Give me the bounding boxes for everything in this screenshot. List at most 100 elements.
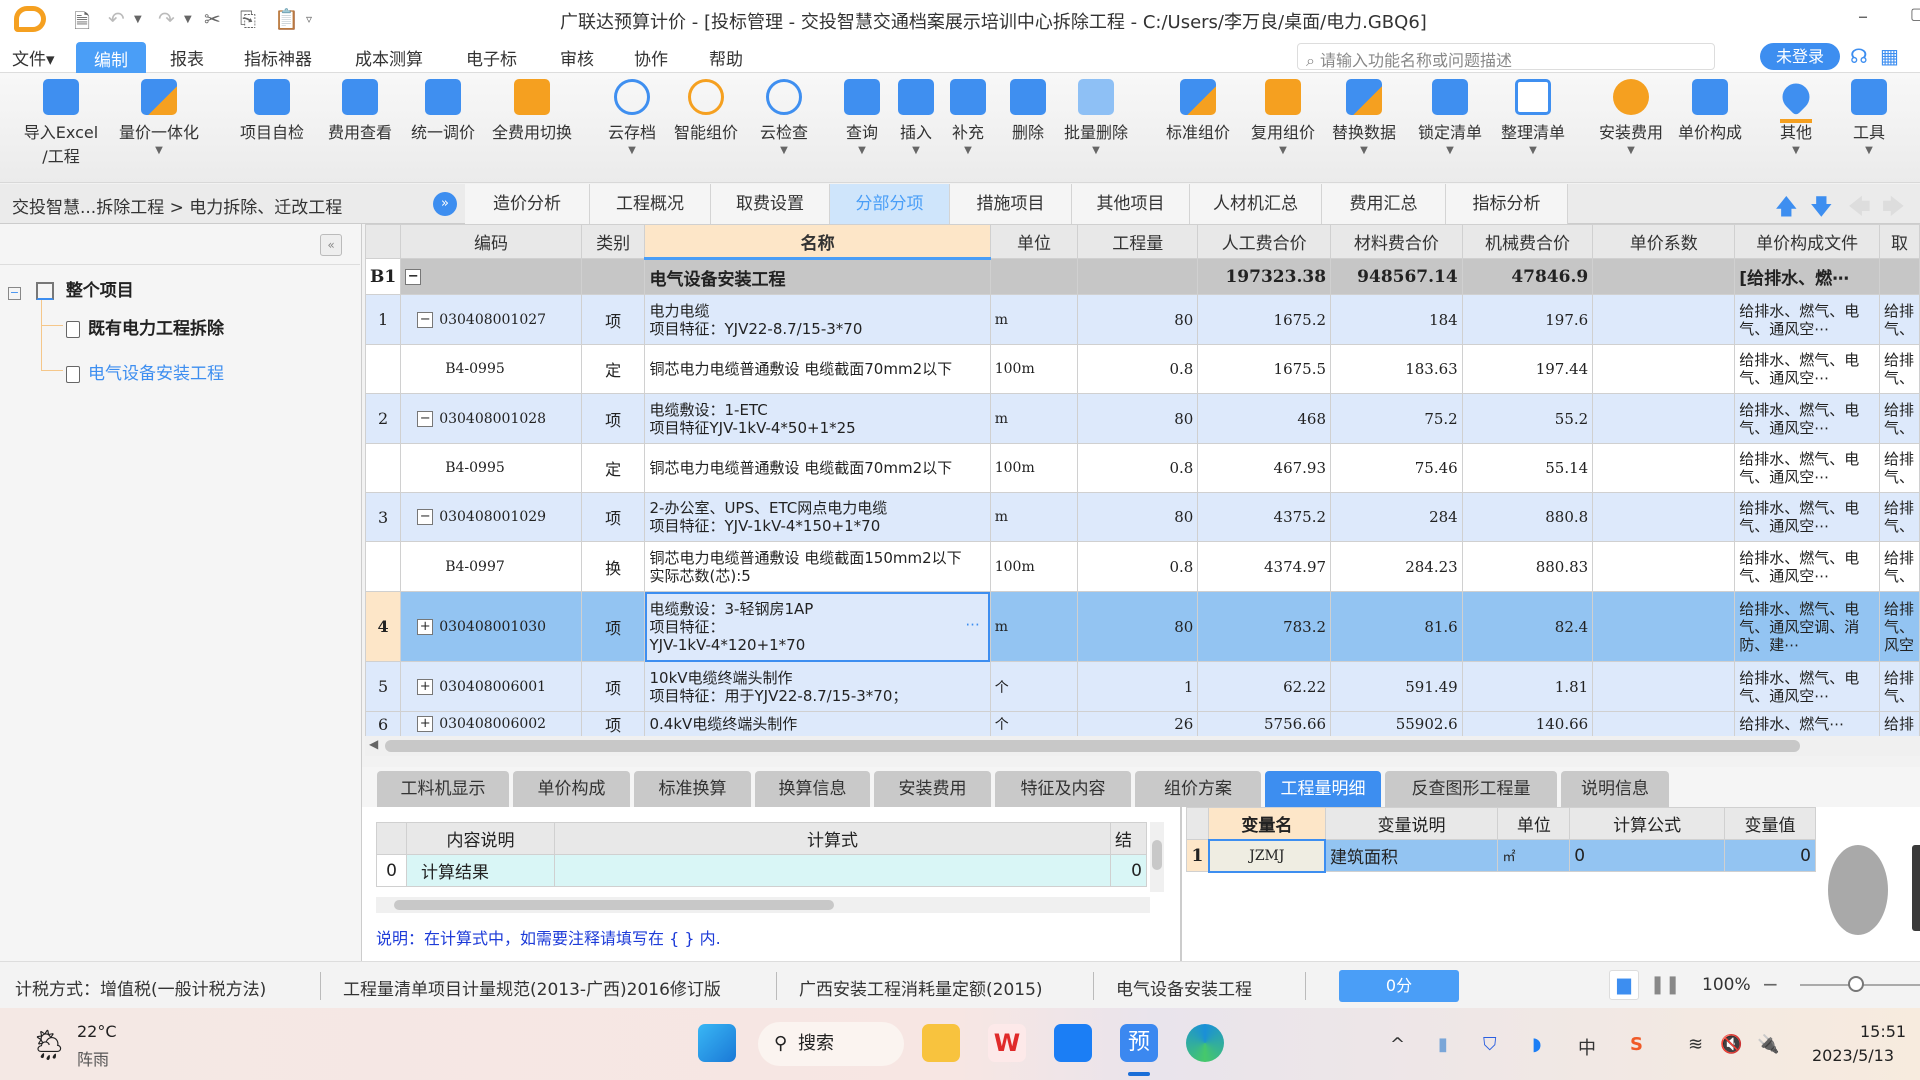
restore-button[interactable]: ▢ [1910, 4, 1920, 23]
tool-query[interactable]: 查询 ▼ [842, 79, 882, 156]
tool-smart-pricing[interactable]: 智能组价 [666, 79, 746, 143]
col-header-name[interactable]: 名称 [644, 224, 991, 260]
wps-icon[interactable]: W [988, 1024, 1026, 1062]
redo-dropdown-icon[interactable]: ▼ [184, 14, 192, 25]
layout-split-icon[interactable]: ❚❚ [1650, 974, 1680, 995]
collapse-panel-button[interactable]: « [320, 234, 342, 256]
menu-cost-estimate[interactable]: 成本测算 [355, 45, 423, 70]
unit-price-file-cell[interactable]: 给排水、燃气、电气、通风空⋯ [1734, 294, 1880, 345]
expand-row-icon[interactable]: + [417, 678, 434, 695]
move-left-icon[interactable]: 🡄 [1848, 190, 1871, 228]
calc-vertical-scrollbar[interactable] [1150, 822, 1164, 892]
calc-desc-cell[interactable]: 计算结果 [406, 854, 555, 887]
detail-tab[interactable]: 单价构成 [513, 771, 630, 807]
move-down-icon[interactable]: 🡇 [1810, 190, 1833, 228]
quantity-cell[interactable]: 1 [1077, 661, 1199, 712]
tool-full-fee-switch[interactable]: 全费用切换 [484, 79, 580, 143]
tool-unified-price[interactable]: 统一调价 [403, 79, 483, 143]
menu-file[interactable]: 文件▾ [12, 45, 55, 70]
detail-tab[interactable]: 说明信息 [1561, 771, 1669, 807]
page-tab[interactable]: 其他项目 [1072, 184, 1190, 224]
unit-cell[interactable]: 个 [989, 661, 1079, 712]
unit-coef-cell[interactable] [1592, 393, 1736, 444]
login-button[interactable]: 未登录 [1760, 43, 1840, 70]
collapse-row-icon[interactable]: − [417, 509, 434, 525]
tool-unit-price[interactable]: 单价构成 [1672, 79, 1748, 143]
paste-icon[interactable]: 📋 [274, 7, 299, 31]
undo-dropdown-icon[interactable]: ▼ [134, 14, 142, 25]
var-desc-cell[interactable]: 建筑面积 [1324, 839, 1499, 872]
expand-row-icon[interactable]: + [417, 618, 434, 635]
col-header-unit-coef[interactable]: 单价系数 [1592, 224, 1736, 259]
tray-overflow-icon[interactable]: ^ [1390, 1034, 1405, 1055]
zoom-slider-handle[interactable] [1848, 976, 1864, 992]
tool-self-check[interactable]: 项目自检 [232, 79, 312, 143]
bill-item-row[interactable]: 2−030408001028 项电缆敷设：1-ETC 项目特征YJV-1kV-4*… [365, 393, 1920, 444]
unit-coef-cell[interactable] [1592, 591, 1736, 662]
var-formula-cell[interactable]: 0 [1569, 839, 1725, 872]
tool-insert[interactable]: 插入 ▼ [896, 79, 936, 156]
detail-tab[interactable]: 组价方案 [1135, 771, 1261, 807]
page-tab[interactable]: 取费设置 [711, 184, 830, 224]
tool-quantity-price[interactable]: 量价一体化 ▼ [112, 79, 206, 156]
tool-lock-list[interactable]: 锁定清单 ▼ [1412, 79, 1488, 156]
unit-price-file-cell[interactable]: 给排水、燃气、电气、通风空⋯ [1734, 443, 1880, 493]
unit-coef-cell[interactable] [1592, 294, 1736, 345]
start-button[interactable] [698, 1024, 736, 1062]
unit-price-file-cell[interactable]: 给排水、燃气、电气、通风空⋯ [1734, 344, 1880, 394]
quantity-cell[interactable]: 26 [1077, 711, 1199, 736]
tool-cloud-check[interactable]: 云检查 ▼ [752, 79, 816, 156]
function-search-input[interactable]: ⌕ 请输入功能名称或问题描述 [1297, 43, 1715, 70]
floating-assistant-ball[interactable] [1828, 845, 1888, 935]
col-header-unit-price-file[interactable]: 单价构成文件 [1734, 224, 1880, 259]
tool-replace-data[interactable]: 替换数据 ▼ [1326, 79, 1402, 156]
clock-date[interactable]: 2023/5/13 [1812, 1046, 1894, 1065]
col-header-material-total[interactable]: 材料费合价 [1330, 224, 1463, 259]
unit-price-file-cell[interactable]: 给排水、燃气⋯ [1734, 711, 1880, 736]
tool-delete[interactable]: 删除 [1008, 79, 1048, 143]
unit-price-file-cell[interactable]: 给排水、燃气、电气、通风空⋯ [1734, 393, 1880, 444]
code-cell[interactable]: −030408001029 [400, 492, 582, 542]
menu-reports[interactable]: 报表 [170, 45, 204, 70]
tree-item-existing-power-demolition[interactable]: 既有电力工程拆除 [66, 314, 224, 339]
cut-icon[interactable]: ✂ [204, 7, 221, 31]
collapse-row-icon[interactable]: − [417, 410, 434, 427]
code-cell[interactable]: +030408006002 [400, 711, 582, 736]
bill-item-row[interactable]: 6 +030408006002 项 0.4kV电缆终端头制作个 26 5756.66 559… [365, 711, 1920, 736]
name-cell[interactable]: 电缆敷设：1-ETC 项目特征YJV-1kV-4*50+1*25 [644, 393, 991, 444]
breadcrumb[interactable]: 交投智慧...拆除工程 > 电力拆除、迁改工程 [12, 193, 342, 218]
quantity-cell[interactable]: 80 [1077, 393, 1199, 444]
quantity-cell[interactable]: 80 [1077, 591, 1199, 662]
quota-row[interactable]: B4-0995 定铜芯电力电缆普通敷设 电缆截面70mm2以下 100m 0.8 167… [365, 344, 1920, 394]
page-tab[interactable]: 人材机汇总 [1190, 184, 1322, 224]
page-tab[interactable]: 费用汇总 [1322, 184, 1446, 224]
page-tab[interactable]: 措施项目 [950, 184, 1072, 224]
wifi-icon[interactable]: ≋ [1688, 1034, 1703, 1055]
code-cell[interactable]: +030408006001 [400, 661, 582, 712]
tree-root[interactable]: − 整个项目 [8, 276, 134, 301]
sogou-ime-icon[interactable]: S [1630, 1034, 1643, 1055]
unit-coef-cell[interactable] [1592, 541, 1736, 592]
name-cell[interactable]: 铜芯电力电缆普通敷设 电缆截面70mm2以下 [644, 344, 991, 394]
headset-support-icon[interactable]: ☊ [1850, 44, 1868, 68]
scrollbar-thumb[interactable] [385, 740, 1800, 752]
name-cell[interactable]: 10kV电缆终端头制作 项目特征：用于YJV22-8.7/15-3*70； [644, 661, 991, 712]
unit-price-file-cell[interactable]: 给排水、燃气、电气、通风空调、消防、建⋯ [1734, 591, 1880, 662]
feishu-app-icon[interactable] [1054, 1024, 1092, 1062]
quota-row[interactable]: B4-0997 换铜芯电力电缆普通敷设 电缆截面150mm2以下 实际芯数(芯):… [365, 541, 1920, 592]
edge-browser-icon[interactable] [1186, 1024, 1224, 1062]
page-tab[interactable]: 指标分析 [1446, 184, 1568, 224]
zoom-out-icon[interactable]: − [1762, 972, 1779, 996]
page-tab[interactable]: 分部分项 [830, 184, 950, 224]
quantity-cell[interactable]: 0.8 [1077, 344, 1199, 394]
code-cell[interactable]: −030408001027 [400, 294, 582, 345]
unit-cell[interactable]: 个 [989, 711, 1079, 736]
quantity-cell[interactable]: 0.8 [1077, 541, 1199, 592]
variable-row[interactable]: 1 JZMJ 建筑面积 ㎡ 0 0 [1185, 838, 1817, 873]
feishu-tray-icon[interactable]: ◗ [1532, 1034, 1541, 1055]
quantity-cell[interactable]: 0.8 [1077, 443, 1199, 493]
unit-price-file-cell[interactable]: 给排水、燃气、电气、通风空⋯ [1734, 492, 1880, 542]
col-header-type[interactable]: 类别 [580, 224, 646, 259]
tool-cloud-archive[interactable]: 云存档 ▼ [600, 79, 664, 156]
menu-review[interactable]: 审核 [560, 45, 594, 70]
